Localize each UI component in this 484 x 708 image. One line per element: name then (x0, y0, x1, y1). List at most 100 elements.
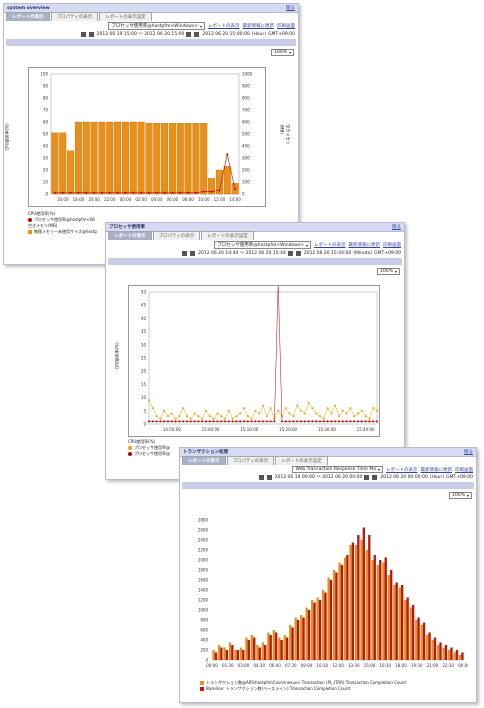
zoom-row: 100% (180, 491, 476, 500)
zoom-select[interactable]: 100% (377, 268, 400, 275)
x-tick-label: 14:00 (229, 197, 241, 202)
next-page-icon[interactable] (186, 31, 192, 37)
base-date: 2012 06 20 00:00:00 (380, 474, 428, 480)
bar-actual (327, 577, 330, 660)
x-tick-label: 01:30 (222, 663, 234, 668)
bar-baseline (247, 640, 250, 660)
bar-baseline (253, 637, 256, 660)
series2-point (341, 420, 344, 423)
cpu-point (77, 191, 80, 194)
x-tick-label: 16:30 (379, 663, 391, 668)
bar-actual (239, 647, 243, 660)
next-page-icon[interactable] (364, 474, 370, 480)
cpu-point (132, 191, 135, 194)
last-page-icon[interactable] (194, 31, 200, 37)
cpu-point (179, 191, 182, 194)
tab-properties[interactable]: プロパティの表示 (50, 12, 99, 21)
series1-point (163, 409, 166, 412)
series2-point (315, 420, 318, 423)
series2-point (353, 420, 356, 423)
action-refresh[interactable]: 最新情報に更新 (349, 242, 381, 248)
close-link[interactable]: 閉る (464, 449, 473, 455)
y-axis-label-right: 空きメモリ(MB) (279, 124, 291, 145)
series2-point (239, 420, 242, 423)
bar-actual (316, 597, 319, 660)
bar-actual (212, 650, 215, 660)
bar (168, 123, 176, 195)
prev-page-icon[interactable] (266, 474, 272, 480)
series2-point (148, 420, 150, 423)
tab-report-view[interactable]: レポートの表示 (182, 456, 226, 465)
x-tick-label: 06:00 (167, 197, 179, 202)
zoom-select[interactable]: 100% (449, 492, 472, 499)
zoom-row: 100% (4, 48, 298, 57)
tab-report-settings[interactable]: レポートの表示設定 (201, 231, 254, 240)
tab-properties[interactable]: プロパティの表示 (226, 456, 275, 465)
zoom-select[interactable]: 100% (271, 49, 294, 56)
first-page-icon[interactable] (182, 250, 188, 256)
transaction-window: トランザクション処理 閉る レポートの表示 プロパティの表示 レポートの表示設定… (179, 447, 477, 703)
bar-actual (393, 585, 396, 660)
first-page-icon[interactable] (258, 474, 264, 480)
prev-page-icon[interactable] (88, 31, 94, 37)
y-tick-label: 2400 (198, 538, 209, 543)
report-select[interactable]: プロセッサ使用率@hostpfm<Windows> (108, 22, 205, 30)
series2-point (273, 420, 276, 423)
processor-usage-window: プロセッサ使用率 閉る レポートの表示 プロパティの表示 レポートの表示設定 プ… (105, 222, 405, 480)
series2-point (163, 420, 166, 423)
x-tick-label: 03:00 (238, 663, 250, 668)
bar-baseline (329, 580, 333, 660)
report-select[interactable]: Web Transaction Response Time Ma (292, 466, 383, 473)
close-link[interactable]: 閉る (286, 5, 295, 11)
cpu-point (210, 190, 213, 193)
separator-bar (182, 482, 474, 489)
last-page-icon[interactable] (295, 250, 301, 256)
series1-point (277, 409, 280, 412)
close-link[interactable]: 閉る (392, 224, 401, 230)
tab-properties[interactable]: プロパティの表示 (152, 231, 201, 240)
cpu-point (218, 189, 221, 192)
series2-point (205, 420, 207, 423)
action-print[interactable]: 印刷画面 (455, 467, 473, 473)
action-print[interactable]: 印刷画面 (277, 23, 295, 29)
series2-point (269, 420, 272, 423)
y-tick-label-right: 800 (242, 96, 250, 101)
last-page-icon[interactable] (372, 474, 378, 480)
tab-bar: レポートの表示 プロパティの表示 レポートの表示設定 (106, 231, 404, 240)
action-refresh[interactable]: 最新情報に更新 (421, 467, 453, 473)
tab-report-view[interactable]: レポートの表示 (6, 12, 50, 21)
cpu-point (124, 191, 127, 194)
action-show-report[interactable]: レポートの表示 (386, 467, 418, 473)
y-tick-label: 1400 (198, 588, 209, 593)
action-show-report[interactable]: レポートの表示 (314, 242, 346, 248)
tab-report-view[interactable]: レポートの表示 (108, 231, 152, 240)
action-show-report[interactable]: レポートの表示 (208, 23, 240, 29)
first-page-icon[interactable] (80, 31, 86, 37)
y-tick-label: 10 (141, 395, 147, 400)
report-select[interactable]: プロセッサ使用率@hostpfm<Windows> (214, 241, 311, 249)
prev-page-icon[interactable] (190, 250, 196, 256)
series1-point (288, 412, 291, 415)
bar (192, 123, 200, 195)
tab-report-settings[interactable]: レポートの表示設定 (275, 456, 328, 465)
series2-point (345, 420, 348, 423)
bar-baseline (340, 565, 344, 660)
series2-point (201, 420, 204, 423)
series1-point (178, 415, 181, 418)
y-tick-label: 1200 (198, 598, 209, 603)
y-tick-label: 2800 (198, 518, 209, 523)
bar-baseline (296, 620, 300, 660)
y-tick-label-left: 40 (43, 144, 49, 149)
action-refresh[interactable]: 最新情報に更新 (243, 23, 275, 29)
series1-point (334, 404, 337, 407)
y-tick-label: 0 (143, 422, 146, 427)
tab-report-settings[interactable]: レポートの表示設定 (99, 12, 152, 21)
next-page-icon[interactable] (287, 250, 293, 256)
action-print[interactable]: 印刷画面 (383, 242, 401, 248)
series1-point (376, 409, 378, 412)
bar-actual (453, 652, 456, 660)
bar-baseline (411, 605, 415, 660)
series2-point (224, 420, 226, 423)
bar-actual (321, 590, 325, 660)
bar-actual (283, 635, 286, 660)
